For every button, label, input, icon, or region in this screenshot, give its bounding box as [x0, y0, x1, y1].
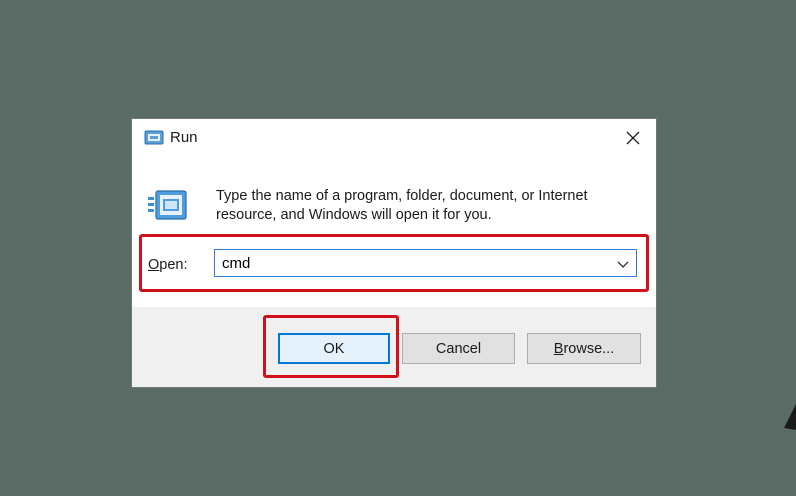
chevron-down-icon[interactable]	[614, 255, 632, 273]
window-title: Run	[170, 129, 198, 146]
mouse-cursor-icon	[784, 404, 796, 430]
dialog-content: Type the name of a program, folder, docu…	[132, 157, 656, 307]
browse-button[interactable]: Browse...	[527, 333, 641, 364]
browse-accelerator: B	[553, 340, 564, 357]
open-label: Open:	[148, 257, 188, 273]
dialog-description: Type the name of a program, folder, docu…	[216, 188, 588, 223]
open-combobox[interactable]	[214, 249, 637, 277]
open-label-text: pen:	[159, 257, 188, 273]
browse-label: rowse...	[563, 340, 615, 357]
close-icon	[626, 131, 640, 145]
title-bar: Run	[132, 119, 656, 157]
run-program-icon	[148, 190, 187, 220]
close-button[interactable]	[610, 119, 656, 157]
open-input[interactable]	[215, 250, 612, 276]
run-dialog: Run Type the name of a program, folder, …	[131, 118, 657, 388]
open-label-accelerator: O	[148, 257, 160, 273]
cancel-button[interactable]: Cancel	[402, 333, 515, 364]
ok-button[interactable]: OK	[278, 333, 390, 364]
run-app-icon	[144, 130, 164, 145]
